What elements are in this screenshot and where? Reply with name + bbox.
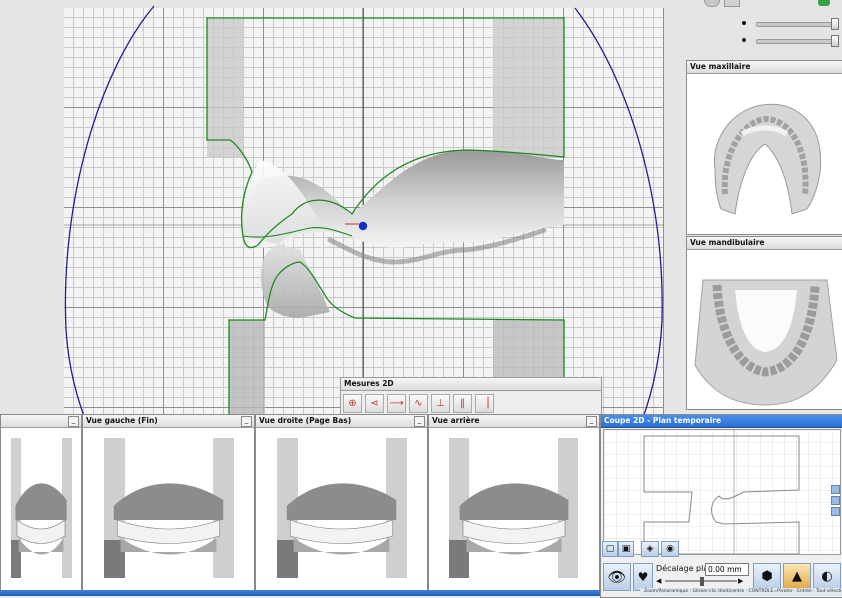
mandibular-arch-image [694, 279, 838, 406]
slider-marker-dot [742, 21, 746, 25]
block-shadow [449, 540, 469, 578]
section-viewport[interactable] [603, 429, 841, 555]
panel-title: Vue maxillaire [687, 61, 842, 74]
mandibular-view-panel: Vue mandibulaire [686, 236, 842, 410]
panel-title: Vue droite (Page Bas) [256, 415, 427, 428]
midline-icon[interactable]: ‖ [453, 394, 472, 413]
teeth-row [16, 519, 66, 544]
upper-gum [459, 483, 569, 520]
panel-title: Vue mandibulaire [687, 237, 842, 250]
view-viewport-back[interactable] [429, 428, 599, 591]
section-side-scroll[interactable] [831, 485, 840, 535]
split-icon[interactable]: ▕ [475, 394, 494, 413]
offset-slider[interactable]: ◀ ▶ [656, 577, 746, 586]
offset-input[interactable] [705, 563, 749, 576]
teeth-row [289, 519, 394, 544]
point-to-line-icon[interactable]: ⟶ [387, 394, 406, 413]
opacity-slider-knob[interactable] [831, 18, 839, 30]
light-icon[interactable] [704, 0, 720, 7]
upper-block-left-band [207, 19, 243, 157]
view-panel-front: _ [0, 414, 82, 592]
upper-block-right-band [493, 19, 564, 157]
maxillary-viewport[interactable] [687, 74, 842, 234]
perpendicular-icon[interactable]: ⊥ [431, 394, 450, 413]
opacity-slider-track[interactable] [756, 22, 838, 27]
lower-block-left-band [229, 320, 265, 420]
view-viewport-front[interactable] [1, 428, 81, 591]
mandibular-viewport[interactable] [687, 250, 842, 409]
upper-gum [286, 483, 397, 520]
tooth-shape-icon[interactable]: ▣ [618, 541, 634, 557]
section-2d-panel: Coupe 2D - Plan temporaire ▢ ▣ ◈ ◉ 👁 ♥ D… [600, 414, 842, 598]
minimize-icon[interactable]: _ [241, 416, 252, 427]
occlusion-point [358, 221, 368, 231]
maxillary-arch-image [713, 103, 822, 215]
view-viewport-right[interactable] [256, 428, 427, 591]
arch-icon[interactable]: ◉ [661, 541, 679, 557]
bottom-taskbar-strip [0, 590, 600, 596]
transparency-slider-knob[interactable] [831, 35, 839, 47]
view-panel-right: Vue droite (Page Bas) _ [255, 414, 428, 592]
point-to-point-icon[interactable]: ⊕ [343, 394, 362, 413]
measures-2d-toolbar: Mesures 2D ⊕ ⋖ ⟶ ∿ ⊥ ‖ ▕ [340, 377, 602, 417]
tooth-icon[interactable]: ♥ [633, 563, 653, 591]
upper-gum [15, 483, 67, 520]
dentition-image-back [449, 438, 578, 578]
teeth-row [462, 519, 566, 544]
curve-length-icon[interactable]: ∿ [409, 394, 428, 413]
angle-icon[interactable]: ⋖ [365, 394, 384, 413]
slider-marker-dot [742, 38, 746, 42]
dentition-image-left [104, 438, 234, 578]
measures-title: Mesures 2D [341, 378, 601, 391]
plane-icon[interactable]: ▲ [783, 563, 811, 591]
model-icon[interactable] [724, 0, 740, 7]
panel-title: Vue arrière [429, 415, 599, 428]
dentition-image-front [11, 438, 72, 578]
transparency-slider-track[interactable] [756, 39, 838, 44]
teeth-row [116, 519, 221, 544]
section-profile-drawing [604, 430, 840, 555]
status-bar: Zoom/Panoramique : Glisser-clic droit/ce… [640, 588, 842, 596]
view-panel-left: Vue gauche (Fin) _ [82, 414, 255, 592]
eye-icon[interactable]: 👁 [603, 563, 631, 591]
status-text: Zoom/Panoramique : Glisser-clic droit/ce… [644, 589, 842, 594]
minimize-icon[interactable]: _ [68, 416, 79, 427]
section-panel-title: Coupe 2D - Plan temporaire [601, 415, 842, 428]
color-icon[interactable] [818, 0, 830, 6]
minimize-icon[interactable]: _ [414, 416, 425, 427]
cube-view-icon[interactable]: ⬢ [753, 563, 781, 591]
view-viewport-left[interactable] [83, 428, 254, 591]
arch-arc-left [64, 5, 155, 471]
model-transparency-icon[interactable]: ◐ [813, 563, 841, 591]
dentition-image-right [277, 438, 407, 578]
panel-title: Vue gauche (Fin) [83, 415, 254, 428]
maxillary-view-panel: Vue maxillaire [686, 60, 842, 235]
view-panel-back: Vue arrière _ [428, 414, 600, 592]
bite-icon[interactable]: ◈ [641, 541, 659, 557]
tooth-view-icon[interactable]: ▢ [602, 541, 618, 557]
upper-gum [113, 483, 224, 520]
minimize-icon[interactable]: _ [586, 416, 597, 427]
view-controls [680, 0, 842, 58]
